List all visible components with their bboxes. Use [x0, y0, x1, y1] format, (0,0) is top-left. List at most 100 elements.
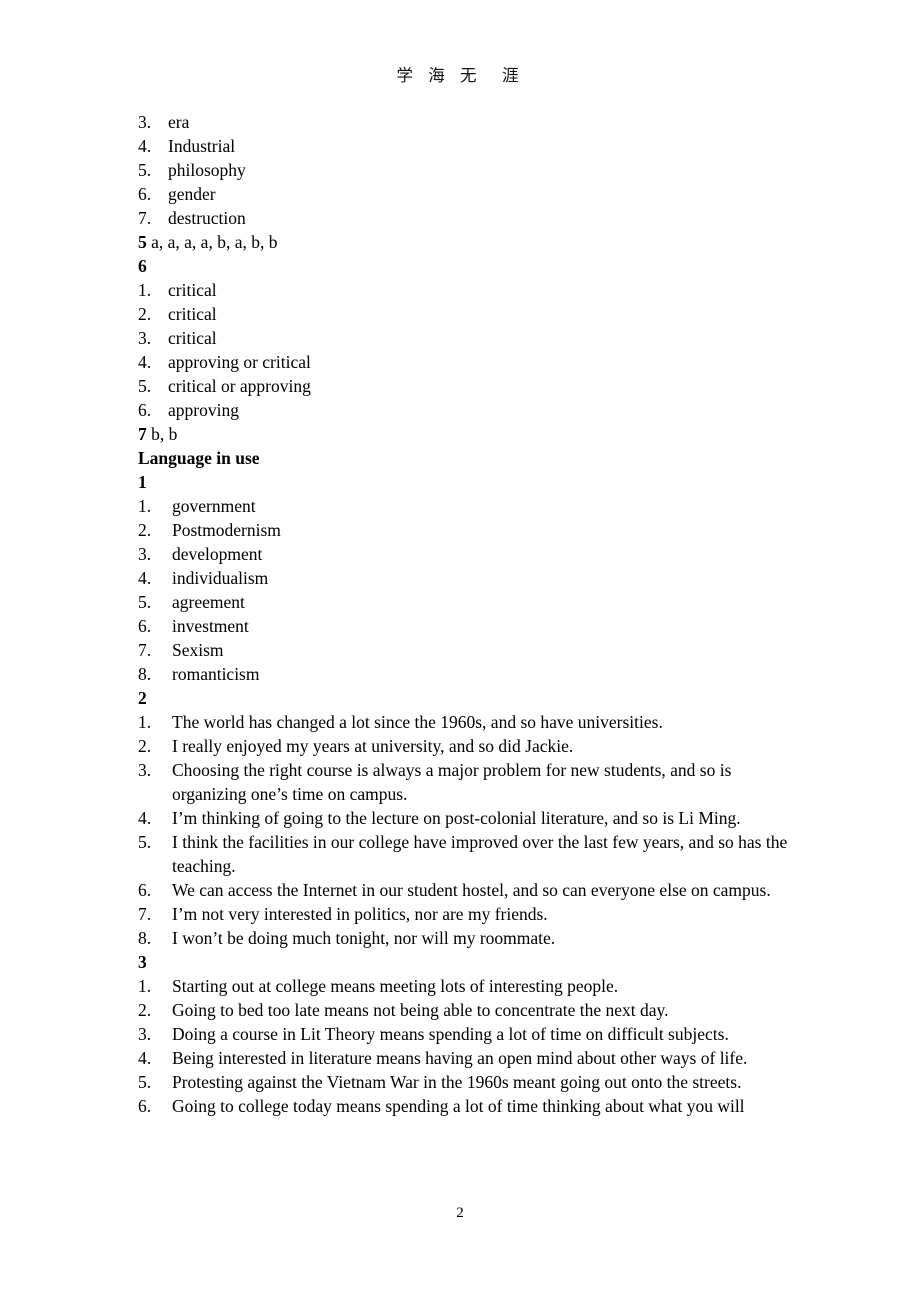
list-item: 6. approving — [138, 398, 798, 422]
list-item-text: critical — [168, 328, 217, 348]
list-item-text: I won’t be doing much tonight, nor will … — [172, 928, 556, 948]
list-item-text: philosophy — [168, 160, 246, 180]
list-item: 6. We can access the Internet in our stu… — [138, 878, 798, 902]
list-item-number: 4. — [138, 352, 152, 372]
section-label-6: 6 — [138, 256, 147, 276]
list-item-number: 5. — [138, 1072, 152, 1092]
list-item-text: gender — [168, 184, 216, 204]
answer-5-values: a, a, a, a, b, a, b, b — [146, 232, 278, 252]
list-item-number: 4. — [138, 136, 152, 156]
document-content: 3. era 4. Industrial 5. philosophy 6. ge… — [138, 110, 798, 1118]
list-item-text: Going to bed too late means not being ab… — [172, 1000, 669, 1020]
list-item-number: 1. — [138, 280, 152, 300]
list-item-text: Starting out at college means meeting lo… — [172, 976, 619, 996]
list-item-number: 7. — [138, 904, 152, 924]
list-item-number: 4. — [138, 808, 152, 828]
list-item: 5. agreement — [138, 590, 798, 614]
list-item: 1. The world has changed a lot since the… — [138, 710, 798, 734]
list-item-number: 3. — [138, 1024, 152, 1044]
list-item-text: Postmodernism — [172, 520, 281, 540]
list-item: 2. Going to bed too late means not being… — [138, 998, 798, 1022]
vocab-list-top: 3. era 4. Industrial 5. philosophy 6. ge… — [138, 110, 798, 230]
list-item-text: I think the facilities in our college ha… — [172, 832, 788, 876]
list-item: 3. Choosing the right course is always a… — [138, 758, 798, 806]
list-item: 2. Postmodernism — [138, 518, 798, 542]
list-item-text: individualism — [172, 568, 269, 588]
list-item-number: 2. — [138, 304, 152, 324]
list-item-number: 8. — [138, 664, 152, 684]
list-item-number: 1. — [138, 496, 152, 516]
list-item: 4. Industrial — [138, 134, 798, 158]
list-item-text: destruction — [168, 208, 246, 228]
list-item-text: I really enjoyed my years at university,… — [172, 736, 574, 756]
list-item-text: agreement — [172, 592, 245, 612]
list-item-number: 1. — [138, 712, 152, 732]
list-item-number: 3. — [138, 760, 152, 780]
list-item-text: romanticism — [172, 664, 260, 684]
list-item-text: Protesting against the Vietnam War in th… — [172, 1072, 742, 1092]
list-item-number: 6. — [138, 184, 152, 204]
list-item: 6. Going to college today means spending… — [138, 1094, 798, 1118]
list-item-number: 7. — [138, 640, 152, 660]
list-item: 7. Sexism — [138, 638, 798, 662]
section-label-2: 2 — [138, 688, 147, 708]
list-item: 5. critical or approving — [138, 374, 798, 398]
list-item-number: 3. — [138, 112, 152, 132]
list-item-number: 2. — [138, 736, 152, 756]
list-item-number: 1. — [138, 976, 152, 996]
list-item-number: 5. — [138, 160, 152, 180]
list-item-text: The world has changed a lot since the 19… — [172, 712, 663, 732]
answer-5-label: 5 — [138, 232, 147, 252]
list-item-number: 6. — [138, 880, 152, 900]
list-item-number: 6. — [138, 616, 152, 636]
list-item-number: 2. — [138, 520, 152, 540]
list-item: 6. gender — [138, 182, 798, 206]
answer-list-1: 1. government 2. Postmodernism 3. develo… — [138, 494, 798, 686]
list-item-number: 6. — [138, 1096, 152, 1116]
list-item: 4. approving or critical — [138, 350, 798, 374]
list-item-text: Being interested in literature means hav… — [172, 1048, 748, 1068]
list-item-number: 3. — [138, 328, 152, 348]
list-item-text: Industrial — [168, 136, 236, 156]
list-item-number: 5. — [138, 376, 152, 396]
answer-list-2: 1. The world has changed a lot since the… — [138, 710, 798, 950]
list-item: 7. I’m not very interested in politics, … — [138, 902, 798, 926]
document-page: 学 海 无 涯 3. era 4. Industrial 5. philosop… — [0, 0, 920, 1302]
list-item-number: 7. — [138, 208, 152, 228]
page-number: 2 — [456, 1205, 464, 1221]
list-item-text: I’m thinking of going to the lecture on … — [172, 808, 741, 828]
list-item: 4. I’m thinking of going to the lecture … — [138, 806, 798, 830]
list-item: 2. critical — [138, 302, 798, 326]
list-item: 8. I won’t be doing much tonight, nor wi… — [138, 926, 798, 950]
page-header-title: 学 海 无 涯 — [396, 66, 524, 85]
answer-7-label: 7 — [138, 424, 147, 444]
list-item: 4. Being interested in literature means … — [138, 1046, 798, 1070]
list-item-number: 4. — [138, 1048, 152, 1068]
section-heading-language-in-use: Language in use — [138, 448, 260, 468]
section-label-3: 3 — [138, 952, 147, 972]
list-item-number: 5. — [138, 832, 152, 852]
answer-line-7: 7 b, b — [138, 422, 798, 446]
list-item-number: 3. — [138, 544, 152, 564]
list-item: 8. romanticism — [138, 662, 798, 686]
list-item: 7. destruction — [138, 206, 798, 230]
list-item-text: investment — [172, 616, 249, 636]
list-item-number: 6. — [138, 400, 152, 420]
list-item: 4. individualism — [138, 566, 798, 590]
list-item-text: development — [172, 544, 263, 564]
list-item-text: critical — [168, 304, 217, 324]
list-item: 3. development — [138, 542, 798, 566]
list-item-number: 2. — [138, 1000, 152, 1020]
answer-list-6: 1. critical 2. critical 3. critical 4. a… — [138, 278, 798, 422]
list-item-text: Doing a course in Lit Theory means spend… — [172, 1024, 729, 1044]
answer-list-3: 1. Starting out at college means meeting… — [138, 974, 798, 1118]
list-item: 5. I think the facilities in our college… — [138, 830, 798, 878]
list-item: 1. Starting out at college means meeting… — [138, 974, 798, 998]
list-item-text: approving or critical — [168, 352, 311, 372]
list-item-number: 4. — [138, 568, 152, 588]
list-item-text: approving — [168, 400, 239, 420]
list-item: 3. Doing a course in Lit Theory means sp… — [138, 1022, 798, 1046]
list-item-number: 5. — [138, 592, 152, 612]
list-item-text: government — [172, 496, 256, 516]
list-item-text: Choosing the right course is always a ma… — [172, 760, 732, 804]
